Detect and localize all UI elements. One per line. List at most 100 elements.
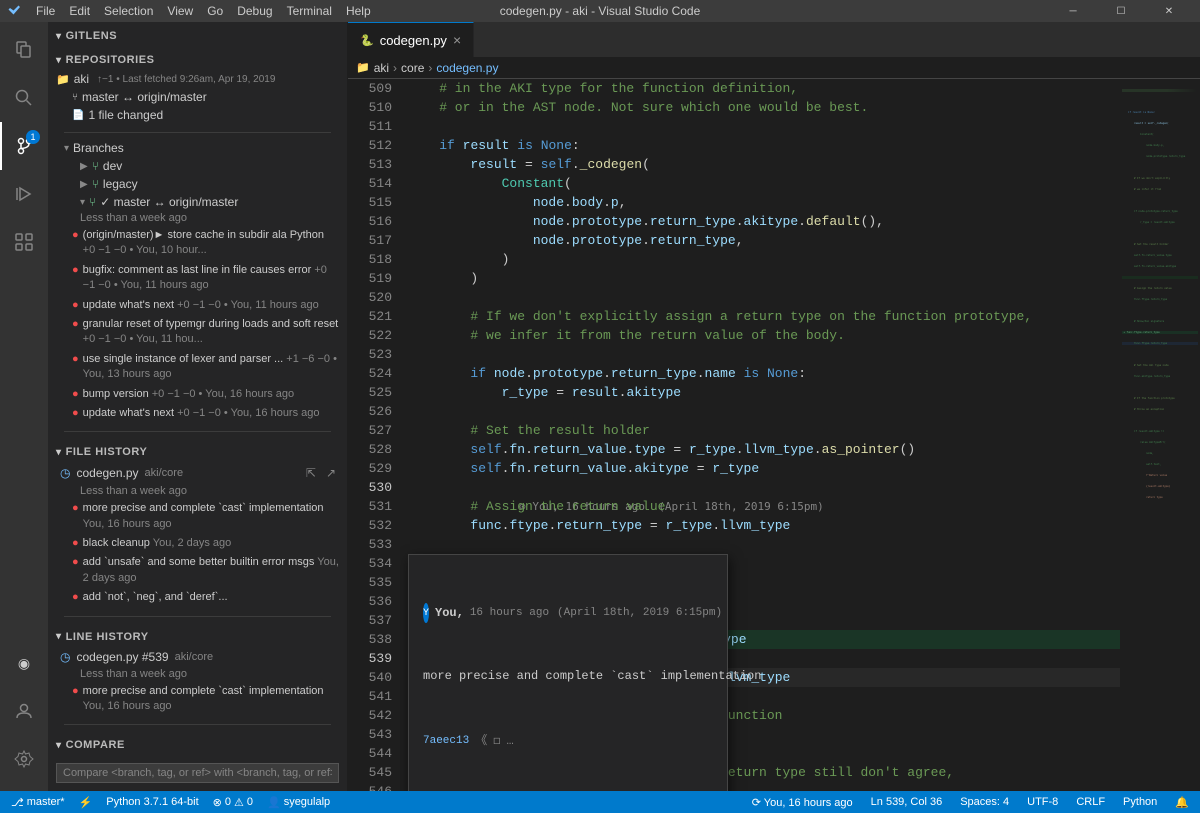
blame-actions: 7aeec13 《 ◻ … — [423, 732, 713, 751]
blame-date: (April 18th, 2019 6:15pm) — [557, 604, 722, 623]
history-actions: ⇱ ↗ — [303, 465, 339, 481]
commit-item-2[interactable]: ● bugfix: comment as last line in file c… — [48, 261, 347, 296]
commit-item-5[interactable]: ● use single instance of lexer and parse… — [48, 350, 347, 385]
line-num: 512 — [356, 136, 392, 155]
branches-header-item[interactable]: ▾ Branches — [48, 139, 347, 157]
repositories-header[interactable]: REPOSITORIES — [48, 46, 347, 70]
file-changed-item[interactable]: 📄 1 file changed — [48, 106, 347, 124]
branch-status[interactable]: ⎇ master* — [8, 796, 68, 809]
gitlens-bottom-icon[interactable]: ◉ — [0, 639, 48, 687]
blame-status[interactable]: ⟳ You, 16 hours ago — [749, 796, 856, 809]
file-type-icon: ◷ — [60, 466, 70, 480]
python-version-label: Python 3.7.1 64-bit — [106, 796, 198, 808]
line-num: 545 — [356, 763, 392, 782]
commit-item-6[interactable]: ● bump version +0 −1 −0 • You, 16 hours … — [48, 385, 347, 404]
menu-view[interactable]: View — [161, 0, 199, 22]
commit-item-1[interactable]: ● (origin/master)► store cache in subdir… — [48, 226, 347, 261]
window-controls: ─ ☐ ✕ — [1050, 0, 1192, 22]
line-history-item-1[interactable]: ● more precise and complete `cast` imple… — [48, 682, 347, 717]
open-file-icon[interactable]: ⇱ — [303, 465, 319, 481]
run-icon[interactable] — [0, 170, 48, 218]
explorer-icon[interactable] — [0, 26, 48, 74]
maximize-button[interactable]: ☐ — [1098, 0, 1144, 22]
repo-item[interactable]: 📁 aki ↑−1 • Last fetched 9:26am, Apr 19,… — [48, 70, 347, 88]
menu-terminal[interactable]: Terminal — [281, 0, 338, 22]
notification-status[interactable]: 🔔 — [1172, 796, 1192, 809]
account-icon[interactable] — [0, 687, 48, 735]
line-ending-status[interactable]: CRLF — [1073, 796, 1108, 808]
blame-sha[interactable]: 7aeec13 — [423, 732, 469, 751]
commit-error-icon: ● — [72, 388, 79, 400]
line-numbers: 509 510 511 512 513 514 515 516 517 518 … — [348, 79, 400, 791]
dev-branch[interactable]: ▶ ⑂ dev — [48, 157, 347, 175]
close-button[interactable]: ✕ — [1146, 0, 1192, 22]
gitlens-header[interactable]: GITLENS — [48, 22, 347, 46]
file-history-item-1[interactable]: ● more precise and complete `cast` imple… — [48, 499, 347, 534]
commit-error-icon: ● — [72, 229, 79, 241]
python-version-status[interactable]: Python 3.7.1 64-bit — [103, 796, 201, 808]
tab-close-icon[interactable]: × — [453, 33, 461, 47]
more-icon[interactable]: … — [506, 732, 513, 751]
compare-header[interactable]: COMPARE — [48, 731, 347, 755]
minimize-button[interactable]: ─ — [1050, 0, 1096, 22]
indent-status[interactable]: Spaces: 4 — [957, 796, 1012, 808]
menu-help[interactable]: Help — [340, 0, 377, 22]
menu-edit[interactable]: Edit — [63, 0, 96, 22]
menu-go[interactable]: Go — [201, 0, 229, 22]
settings-icon[interactable] — [0, 735, 48, 783]
line-num: 521 — [356, 307, 392, 326]
person-label: syegulalp — [284, 796, 330, 808]
line-num: 511 — [356, 117, 392, 136]
tab-codegen[interactable]: 🐍 codegen.py × — [348, 22, 474, 57]
commit-text: use single instance of lexer and parser … — [83, 352, 339, 383]
status-bar-right: ⟳ You, 16 hours ago Ln 539, Col 36 Space… — [749, 796, 1192, 809]
language-mode-status[interactable]: Python — [1120, 796, 1160, 808]
code-line: # or in the AST node. Not sure which one… — [408, 98, 1120, 117]
branches-label: Branches — [73, 141, 124, 155]
line-num: 516 — [356, 212, 392, 231]
code-line: Y You, 16 hours ago (April 18th, 2019 6:… — [408, 554, 1120, 573]
code-line — [408, 117, 1120, 136]
compare-input[interactable] — [56, 763, 339, 783]
code-line: Constant( — [408, 174, 1120, 193]
commit-item-3[interactable]: ● update what's next +0 −1 −0 • You, 11 … — [48, 296, 347, 315]
branch-status-icon: ⎇ — [11, 796, 24, 809]
file-history-item-2[interactable]: ● black cleanup You, 2 days ago — [48, 534, 347, 553]
file-history-header[interactable]: FILE HISTORY — [48, 438, 347, 462]
menu-file[interactable]: File — [30, 0, 61, 22]
line-num: 518 — [356, 250, 392, 269]
menu-debug[interactable]: Debug — [231, 0, 278, 22]
master-branch-item[interactable]: ⑂ master ↔ origin/master — [48, 88, 347, 106]
source-control-icon[interactable]: 1 — [0, 122, 48, 170]
line-history-time: Less than a week ago — [48, 667, 347, 682]
compare-divider — [48, 716, 347, 731]
open-commit-icon[interactable]: ◻ — [493, 732, 500, 751]
file-history-item-4[interactable]: ● add `not`, `neg`, and `deref`... — [48, 588, 347, 607]
external-link-icon[interactable]: ↗ — [323, 465, 339, 481]
commit-item-7[interactable]: ● update what's next +0 −1 −0 • You, 16 … — [48, 404, 347, 423]
code-content[interactable]: # in the AKI type for the function defin… — [400, 79, 1120, 791]
main-layout: 1 ◉ — [0, 22, 1200, 791]
menu-selection[interactable]: Selection — [98, 0, 159, 22]
breadcrumb-file[interactable]: codegen.py — [436, 61, 498, 75]
file-history-item-3[interactable]: ● add `unsafe` and some better builtin e… — [48, 553, 347, 588]
commit-text: more precise and complete `cast` impleme… — [83, 501, 339, 532]
person-status[interactable]: 👤 syegulalp — [264, 796, 333, 809]
encoding-status[interactable]: UTF-8 — [1024, 796, 1061, 808]
search-icon[interactable] — [0, 74, 48, 122]
code-line: # If we don't explicitly assign a return… — [408, 307, 1120, 326]
line-history-header[interactable]: LINE HISTORY — [48, 623, 347, 647]
sync-status[interactable]: ⚡ — [76, 796, 96, 809]
branch-icon: ⑂ — [89, 195, 96, 209]
commit-item-4[interactable]: ● granular reset of typemgr during loads… — [48, 315, 347, 350]
code-line: node.body.p, — [408, 193, 1120, 212]
notification-icon: 🔔 — [1175, 796, 1189, 809]
extensions-icon[interactable] — [0, 218, 48, 266]
breadcrumb-aki[interactable]: aki — [374, 61, 389, 75]
error-count-status[interactable]: ⊗ 0 ⚠ 0 — [210, 796, 256, 809]
legacy-branch[interactable]: ▶ ⑂ legacy — [48, 175, 347, 193]
copy-sha-icon[interactable]: 《 — [475, 732, 487, 751]
master-branch-expanded[interactable]: ▾ ⑂ ✓ master ↔ origin/master — [48, 193, 347, 211]
cursor-position-status[interactable]: Ln 539, Col 36 — [868, 796, 946, 808]
breadcrumb-core[interactable]: core — [401, 61, 424, 75]
